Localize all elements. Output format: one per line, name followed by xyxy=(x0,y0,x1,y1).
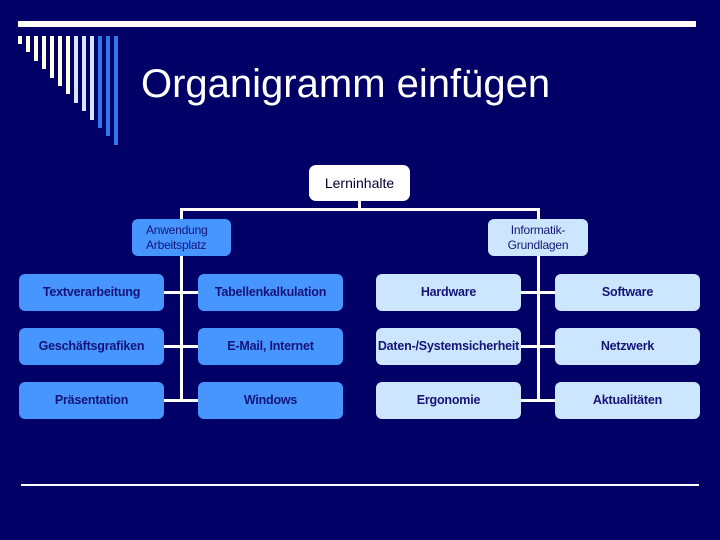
decorative-bar xyxy=(50,36,54,78)
leaf-label: Aktualitäten xyxy=(592,393,663,407)
decorative-bar xyxy=(42,36,46,70)
leaf-label: Daten-/Systemsicherheit xyxy=(377,339,520,353)
leaf-node[interactable]: Textverarbeitung xyxy=(19,274,164,311)
decorative-bar xyxy=(34,36,38,61)
decorative-bar xyxy=(74,36,78,103)
branch-node-label-line: Arbeitsplatz xyxy=(146,237,207,252)
leaf-label: Textverarbeitung xyxy=(42,285,141,299)
branch-node-anwendung[interactable]: Anwendung Arbeitsplatz xyxy=(132,219,231,256)
decorative-bar xyxy=(82,36,86,112)
decorative-bar xyxy=(58,36,62,86)
branch-1-row-2-connector xyxy=(164,345,198,348)
leaf-label: E-Mail, Internet xyxy=(227,339,314,353)
leaf-label: Software xyxy=(601,285,654,299)
branch-node-label-line: Informatik- xyxy=(510,222,566,237)
branch-bus xyxy=(180,208,540,211)
decorative-bar xyxy=(98,36,102,128)
leaf-node[interactable]: E-Mail, Internet xyxy=(198,328,343,365)
leaf-node[interactable]: Präsentation xyxy=(19,382,164,419)
branch-2-row-1-connector xyxy=(521,291,555,294)
org-root-node[interactable]: Lerninhalte xyxy=(309,165,410,201)
leaf-node[interactable]: Geschäftsgrafiken xyxy=(19,328,164,365)
branch-node-label-line: Anwendung xyxy=(146,222,208,237)
decorative-bar xyxy=(66,36,70,95)
leaf-node[interactable]: Aktualitäten xyxy=(555,382,700,419)
leaf-label: Tabellenkalkulation xyxy=(214,285,327,299)
leaf-node[interactable]: Software xyxy=(555,274,700,311)
decorative-bar xyxy=(114,36,118,145)
top-rule xyxy=(18,21,696,27)
decorative-bar xyxy=(90,36,94,120)
branch-1-row-1-connector xyxy=(164,291,198,294)
branch-1-spine xyxy=(180,256,183,402)
leaf-node[interactable]: Windows xyxy=(198,382,343,419)
slide: Organigramm einfügen Lerninhalte Anwendu… xyxy=(0,0,720,540)
leaf-label: Präsentation xyxy=(54,393,129,407)
branch-2-spine xyxy=(537,256,540,402)
leaf-label: Geschäftsgrafiken xyxy=(38,339,145,353)
leaf-label: Windows xyxy=(243,393,298,407)
branch-1-row-3-connector xyxy=(164,399,198,402)
branch-node-informatik[interactable]: Informatik- Grundlagen xyxy=(488,219,588,256)
org-root-label: Lerninhalte xyxy=(324,174,395,191)
branch-2-row-3-connector xyxy=(521,399,555,402)
leaf-node[interactable]: Daten-/Systemsicherheit xyxy=(376,328,521,365)
leaf-label: Netzwerk xyxy=(600,339,655,353)
leaf-node[interactable]: Netzwerk xyxy=(555,328,700,365)
slide-title-text: Organigramm einfügen xyxy=(141,62,551,106)
decorative-bar xyxy=(106,36,110,137)
branch-node-label-line: Grundlagen xyxy=(507,237,569,252)
decorative-bar xyxy=(18,36,22,44)
decorative-bar xyxy=(26,36,30,53)
leaf-node[interactable]: Tabellenkalkulation xyxy=(198,274,343,311)
branch-2-row-2-connector xyxy=(521,345,555,348)
leaf-label: Ergonomie xyxy=(416,393,481,407)
bottom-rule xyxy=(21,484,699,486)
leaf-node[interactable]: Hardware xyxy=(376,274,521,311)
leaf-node[interactable]: Ergonomie xyxy=(376,382,521,419)
leaf-label: Hardware xyxy=(420,285,477,299)
